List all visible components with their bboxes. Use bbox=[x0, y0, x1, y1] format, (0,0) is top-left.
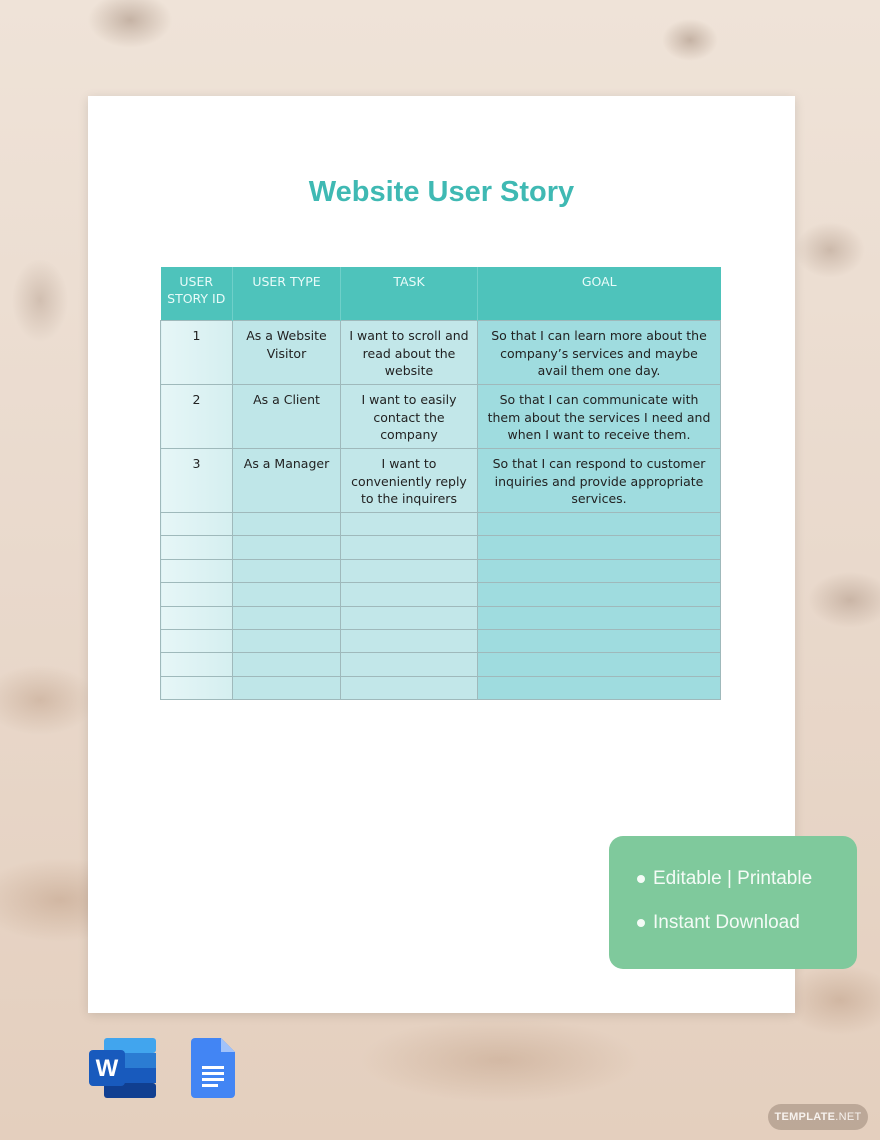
cell-story-id bbox=[160, 652, 233, 677]
cell-story-id bbox=[160, 558, 233, 584]
microsoft-word-icon: W bbox=[89, 1038, 157, 1098]
header-goal: GOAL bbox=[477, 267, 721, 321]
empty-table-row bbox=[160, 558, 721, 584]
feature-label: Instant Download bbox=[653, 912, 800, 933]
cell-story-id: 3 bbox=[160, 448, 233, 513]
cell-user-type: As a Website Visitor bbox=[232, 320, 341, 385]
cell-story-id bbox=[160, 582, 233, 607]
cell-user-type bbox=[232, 535, 341, 560]
empty-table-row bbox=[160, 511, 721, 537]
word-letter: W bbox=[96, 1055, 119, 1082]
cell-task bbox=[340, 605, 478, 630]
table-row: 2 As a Client I want to easily contact t… bbox=[160, 384, 721, 449]
cell-task bbox=[340, 511, 478, 537]
bullet-icon bbox=[637, 919, 645, 927]
feature-item: Instant Download bbox=[637, 912, 800, 934]
template-net-logo[interactable]: TEMPLATE.NET bbox=[768, 1104, 868, 1130]
cell-user-type bbox=[232, 558, 341, 584]
brand-suffix: .NET bbox=[835, 1111, 862, 1123]
cell-goal bbox=[477, 582, 721, 607]
cell-task bbox=[340, 652, 478, 677]
cell-user-type bbox=[232, 628, 341, 654]
cell-story-id bbox=[160, 628, 233, 654]
bullet-icon bbox=[637, 875, 645, 883]
cell-user-type bbox=[232, 652, 341, 677]
cell-task bbox=[340, 628, 478, 654]
feature-label: Editable | Printable bbox=[653, 868, 813, 889]
cell-goal bbox=[477, 652, 721, 677]
header-user-type: USER TYPE bbox=[232, 267, 341, 321]
cell-task bbox=[340, 558, 478, 584]
cell-user-type bbox=[232, 675, 341, 701]
cell-goal bbox=[477, 511, 721, 537]
cell-user-type bbox=[232, 605, 341, 630]
cell-task bbox=[340, 675, 478, 701]
cell-story-id bbox=[160, 511, 233, 537]
empty-table-row bbox=[160, 628, 721, 654]
empty-table-row bbox=[160, 535, 721, 560]
empty-table-row bbox=[160, 652, 721, 677]
cell-user-type bbox=[232, 582, 341, 607]
brand-name: TEMPLATE bbox=[774, 1111, 836, 1123]
header-user-story-id: USER STORY ID bbox=[160, 267, 233, 321]
cell-user-type bbox=[232, 511, 341, 537]
google-docs-icon bbox=[191, 1038, 235, 1098]
cell-story-id: 1 bbox=[160, 320, 233, 385]
cell-task: I want to easily contact the company bbox=[340, 384, 478, 449]
cell-goal bbox=[477, 628, 721, 654]
user-story-table: USER STORY ID USER TYPE TASK GOAL 1 As a… bbox=[160, 267, 721, 701]
cell-goal bbox=[477, 535, 721, 560]
features-badge: Editable | Printable Instant Download bbox=[609, 836, 857, 969]
cell-story-id bbox=[160, 675, 233, 701]
cell-story-id: 2 bbox=[160, 384, 233, 449]
cell-task bbox=[340, 535, 478, 560]
cell-story-id bbox=[160, 605, 233, 630]
header-task: TASK bbox=[340, 267, 478, 321]
empty-table-row bbox=[160, 582, 721, 607]
cell-goal: So that I can communicate with them abou… bbox=[477, 384, 721, 449]
cell-task bbox=[340, 582, 478, 607]
table-row: 1 As a Website Visitor I want to scroll … bbox=[160, 320, 721, 385]
cell-goal: So that I can respond to customer inquir… bbox=[477, 448, 721, 513]
cell-goal: So that I can learn more about the compa… bbox=[477, 320, 721, 385]
empty-table-row bbox=[160, 675, 721, 701]
feature-item: Editable | Printable bbox=[637, 868, 812, 890]
cell-user-type: As a Client bbox=[232, 384, 341, 449]
cell-story-id bbox=[160, 535, 233, 560]
cell-goal bbox=[477, 675, 721, 701]
cell-user-type: As a Manager bbox=[232, 448, 341, 513]
cell-task: I want to scroll and read about the webs… bbox=[340, 320, 478, 385]
cell-goal bbox=[477, 605, 721, 630]
cell-task: I want to conveniently reply to the inqu… bbox=[340, 448, 478, 513]
cell-goal bbox=[477, 558, 721, 584]
document-title: Website User Story bbox=[308, 176, 575, 208]
table-row: 3 As a Manager I want to conveniently re… bbox=[160, 448, 721, 513]
table-header-row: USER STORY ID USER TYPE TASK GOAL bbox=[160, 267, 721, 321]
empty-table-row bbox=[160, 605, 721, 630]
